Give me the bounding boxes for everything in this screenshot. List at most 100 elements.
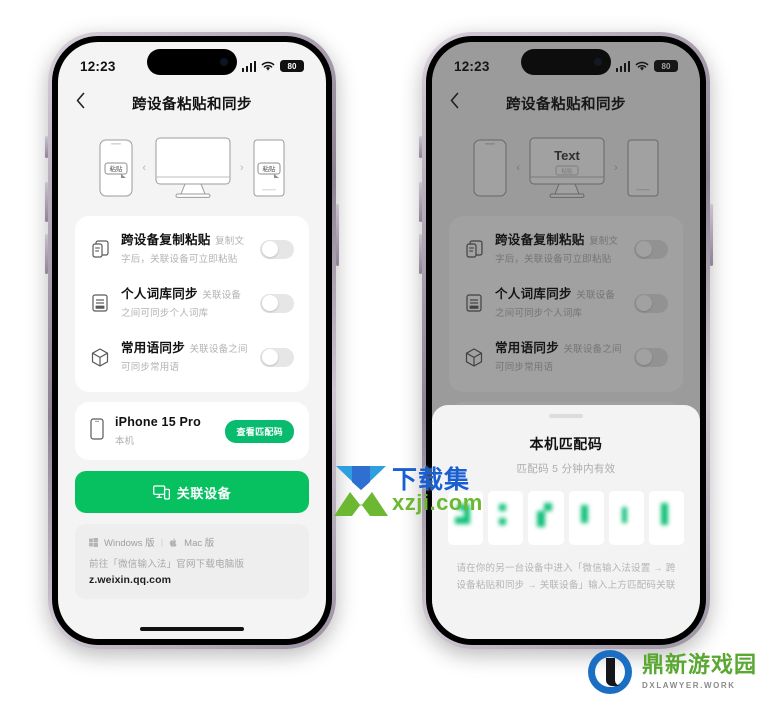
code-glyph-blurred [528, 491, 563, 545]
apple-icon [169, 537, 177, 547]
toggle-phrases-sync[interactable] [634, 347, 668, 367]
setting-text: 个人词库同步 关联设备之间可同步个人词库 [495, 285, 623, 321]
front-camera-icon [594, 58, 602, 66]
phone-bezel: 12:23 80 [426, 36, 706, 645]
watermark-br-line1: 鼎新游戏园 [642, 652, 758, 677]
setting-text: 跨设备复制粘贴 复制文字后，关联设备可立即粘贴 [121, 231, 249, 267]
status-clock: 12:23 [80, 58, 116, 74]
device-text: iPhone 15 Pro 本机 [115, 413, 214, 449]
setting-row-dictionary-sync[interactable]: 个人词库同步 关联设备之间可同步个人词库 [75, 276, 309, 330]
footer-description: 前往「微信输入法」官网下载电脑版 [89, 559, 245, 570]
phone-screen-left: 12:23 80 跨设备粘贴和同步 粘贴 ‹ › 粘贴 跨设备复制粘贴 复制文字… [58, 42, 326, 639]
phone-right: 12:23 80 跨设备粘贴和同步 ‹ Text 粘贴 › 跨设备复制粘贴 复制… [419, 32, 713, 649]
status-indicators: 80 [241, 59, 304, 73]
toggle-dictionary-sync[interactable] [634, 293, 668, 313]
phone-left: 12:23 80 跨设备粘贴和同步 粘贴 ‹ › 粘贴 跨设备复制粘贴 复制文字… [45, 32, 339, 649]
volume-down-button[interactable] [45, 234, 48, 274]
chevron-right-small-icon: › [614, 162, 618, 174]
page-title: 跨设备粘贴和同步 [132, 96, 252, 113]
power-button[interactable] [710, 204, 713, 266]
svg-text:Text: Text [554, 148, 580, 163]
hero-illustration: 粘贴 ‹ › 粘贴 [58, 122, 326, 214]
back-chevron-icon[interactable] [450, 92, 459, 114]
link-devices-icon [152, 484, 170, 500]
windows-icon [89, 537, 98, 547]
device-row[interactable]: iPhone 15 Pro 本机 查看匹配码 [75, 402, 309, 460]
watermark-br-line2: DXLAWYER.WORK [642, 681, 736, 690]
power-button[interactable] [336, 204, 339, 266]
volume-up-button[interactable] [45, 182, 48, 222]
monitor-illustration-icon: Text 粘贴 [529, 137, 605, 198]
setting-text: 个人词库同步 关联设备之间可同步个人词库 [121, 285, 249, 321]
footer-url[interactable]: z.weixin.qq.com [89, 574, 295, 586]
tablet-illustration-icon [627, 139, 659, 197]
screenshot-canvas: 12:23 80 跨设备粘贴和同步 粘贴 ‹ › 粘贴 跨设备复制粘贴 复制文字… [0, 0, 768, 705]
home-indicator[interactable] [140, 627, 244, 631]
footer-mac-label[interactable]: Mac 版 [184, 535, 214, 549]
toggle-phrases-sync[interactable] [260, 347, 294, 367]
code-glyph-blurred [649, 491, 684, 545]
sheet-title: 本机匹配码 [529, 436, 603, 452]
settings-card: 跨设备复制粘贴 复制文字后，关联设备可立即粘贴 个人词库同步 关联设备之间可同步… [449, 216, 683, 392]
dictionary-icon [90, 292, 110, 314]
mute-switch[interactable] [45, 136, 48, 158]
setting-text: 跨设备复制粘贴 复制文字后，关联设备可立即粘贴 [495, 231, 623, 267]
footer-windows-label[interactable]: Windows 版 [104, 535, 155, 549]
setting-title: 个人词库同步 [121, 287, 198, 301]
chevron-left-small-icon: ‹ [516, 162, 520, 174]
cube-icon [464, 346, 484, 368]
nav-bar: 跨设备粘贴和同步 [432, 84, 700, 122]
back-chevron-icon[interactable] [76, 92, 85, 114]
setting-title: 跨设备复制粘贴 [121, 233, 211, 247]
setting-row-phrases-sync[interactable]: 常用语同步 关联设备之间可同步常用语 [75, 330, 309, 384]
phone-screen-right: 12:23 80 跨设备粘贴和同步 ‹ Text 粘贴 › 跨设备复制粘贴 复制… [432, 42, 700, 639]
setting-row-cross-device-paste[interactable]: 跨设备复制粘贴 复制文字后，关联设备可立即粘贴 [75, 222, 309, 276]
svg-text:粘贴: 粘贴 [561, 167, 573, 175]
code-glyph-blurred [569, 491, 604, 545]
setting-row-dictionary-sync[interactable]: 个人词库同步 关联设备之间可同步个人词库 [449, 276, 683, 330]
link-device-button[interactable]: 关联设备 [75, 471, 309, 513]
setting-title: 常用语同步 [121, 341, 186, 355]
copy-paste-icon [90, 238, 110, 260]
toggle-dictionary-sync[interactable] [260, 293, 294, 313]
watermark-bottom-right: 鼎新游戏园 DXLAWYER.WORK [586, 645, 762, 699]
dynamic-island [147, 49, 237, 75]
volume-down-button[interactable] [419, 234, 422, 274]
toggle-knob [635, 349, 652, 365]
setting-text: 常用语同步 关联设备之间可同步常用语 [495, 339, 623, 375]
chevron-right-small-icon: › [240, 162, 244, 174]
status-clock: 12:23 [454, 58, 490, 74]
cellular-signal-icon [615, 60, 630, 72]
tablet-illustration-icon: 粘贴 [253, 139, 285, 197]
watermark-center: 下载集 xzji.com [330, 462, 490, 526]
match-code-cell [488, 491, 524, 545]
code-glyph-blurred [488, 491, 523, 545]
sheet-grab-handle[interactable] [549, 414, 583, 418]
watermark-center-line2: xzji.com [392, 490, 483, 515]
front-camera-icon [220, 58, 228, 66]
phone-icon [90, 417, 104, 445]
battery-indicator: 80 [280, 59, 304, 73]
match-code-cell [528, 491, 564, 545]
svg-text:粘贴: 粘贴 [110, 164, 124, 173]
mute-switch[interactable] [419, 136, 422, 158]
volume-up-button[interactable] [419, 182, 422, 222]
device-name: iPhone 15 Pro [115, 415, 201, 429]
chevron-left-small-icon: ‹ [142, 162, 146, 174]
view-match-code-badge[interactable]: 查看匹配码 [225, 419, 294, 443]
toggle-knob [261, 241, 278, 257]
toggle-cross-device-paste[interactable] [260, 239, 294, 259]
match-code-cell [608, 491, 644, 545]
toggle-knob [261, 349, 278, 365]
toggle-cross-device-paste[interactable] [634, 239, 668, 259]
setting-row-cross-device-paste[interactable]: 跨设备复制粘贴 复制文字后，关联设备可立即粘贴 [449, 222, 683, 276]
setting-row-phrases-sync[interactable]: 常用语同步 关联设备之间可同步常用语 [449, 330, 683, 384]
settings-card: 跨设备复制粘贴 复制文字后，关联设备可立即粘贴 个人词库同步 关联设备之间可同步… [75, 216, 309, 392]
setting-title: 跨设备复制粘贴 [495, 233, 585, 247]
match-code-cell [648, 491, 685, 545]
cellular-signal-icon [241, 60, 256, 72]
phone-illustration-icon [473, 139, 507, 197]
match-code-cell [568, 491, 604, 545]
link-device-label: 关联设备 [176, 485, 232, 501]
dynamic-island [521, 49, 611, 75]
